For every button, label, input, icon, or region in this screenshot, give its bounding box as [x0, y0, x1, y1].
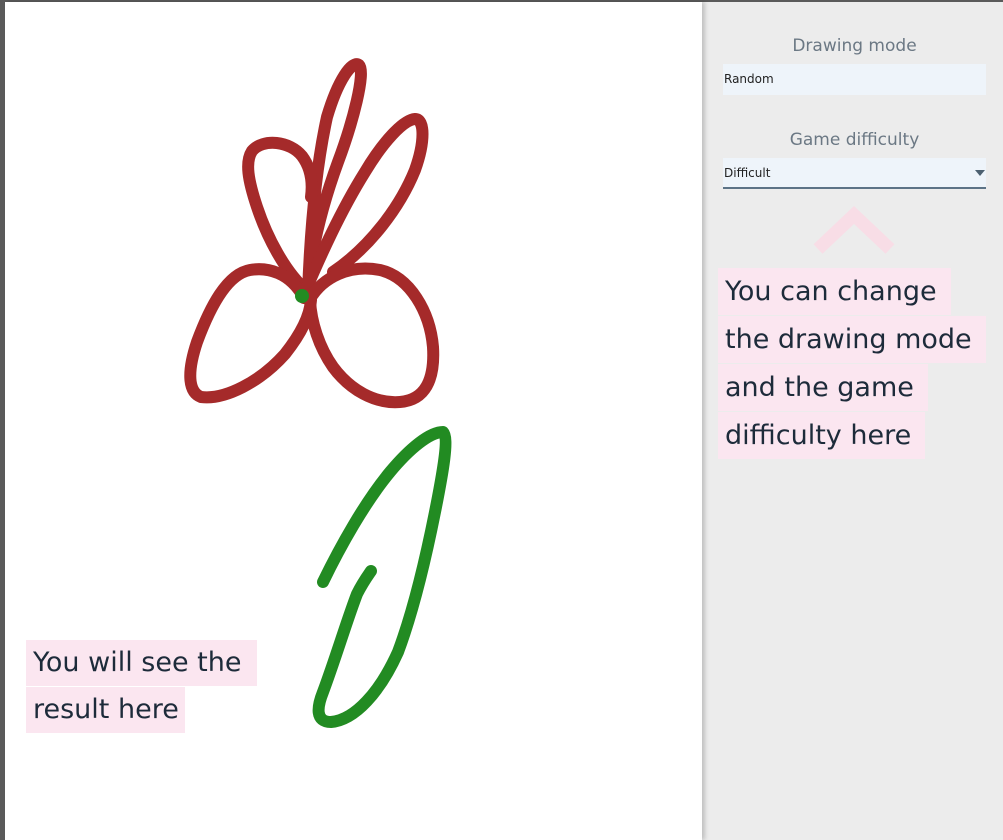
- game-difficulty-select[interactable]: Difficult: [723, 158, 986, 189]
- settings-panel: Drawing mode Random Game difficulty Diff…: [702, 2, 1003, 840]
- chevron-up-icon: [813, 206, 895, 254]
- settings-hint-line: and the game: [718, 364, 928, 411]
- result-hint-line: result here: [26, 687, 185, 733]
- drawing-mode-value: Random: [724, 72, 774, 86]
- game-difficulty-value: Difficult: [724, 166, 771, 180]
- result-hint: You will see the result here: [26, 640, 258, 734]
- drawing-canvas[interactable]: You will see the result here: [5, 2, 702, 840]
- settings-hint: You can change the drawing mode and the …: [718, 268, 986, 460]
- leaf-outer-stroke: [312, 426, 452, 728]
- result-hint-line: You will see the: [26, 640, 258, 686]
- flower-center-dot: [295, 289, 309, 303]
- drawing-mode-field[interactable]: Random: [723, 64, 986, 95]
- chevron-down-icon: [975, 170, 985, 176]
- app-window: You will see the result here Drawing mod…: [0, 0, 1003, 840]
- flower-petal-left-lower-stroke: [184, 263, 317, 404]
- settings-hint-line: difficulty here: [718, 412, 926, 459]
- game-difficulty-label: Game difficulty: [789, 130, 920, 150]
- drawing-mode-label: Drawing mode: [792, 36, 917, 56]
- flower-petal-right-lower-stroke: [304, 262, 440, 409]
- settings-hint-line: You can change: [718, 268, 951, 315]
- settings-hint-line: the drawing mode: [718, 316, 986, 363]
